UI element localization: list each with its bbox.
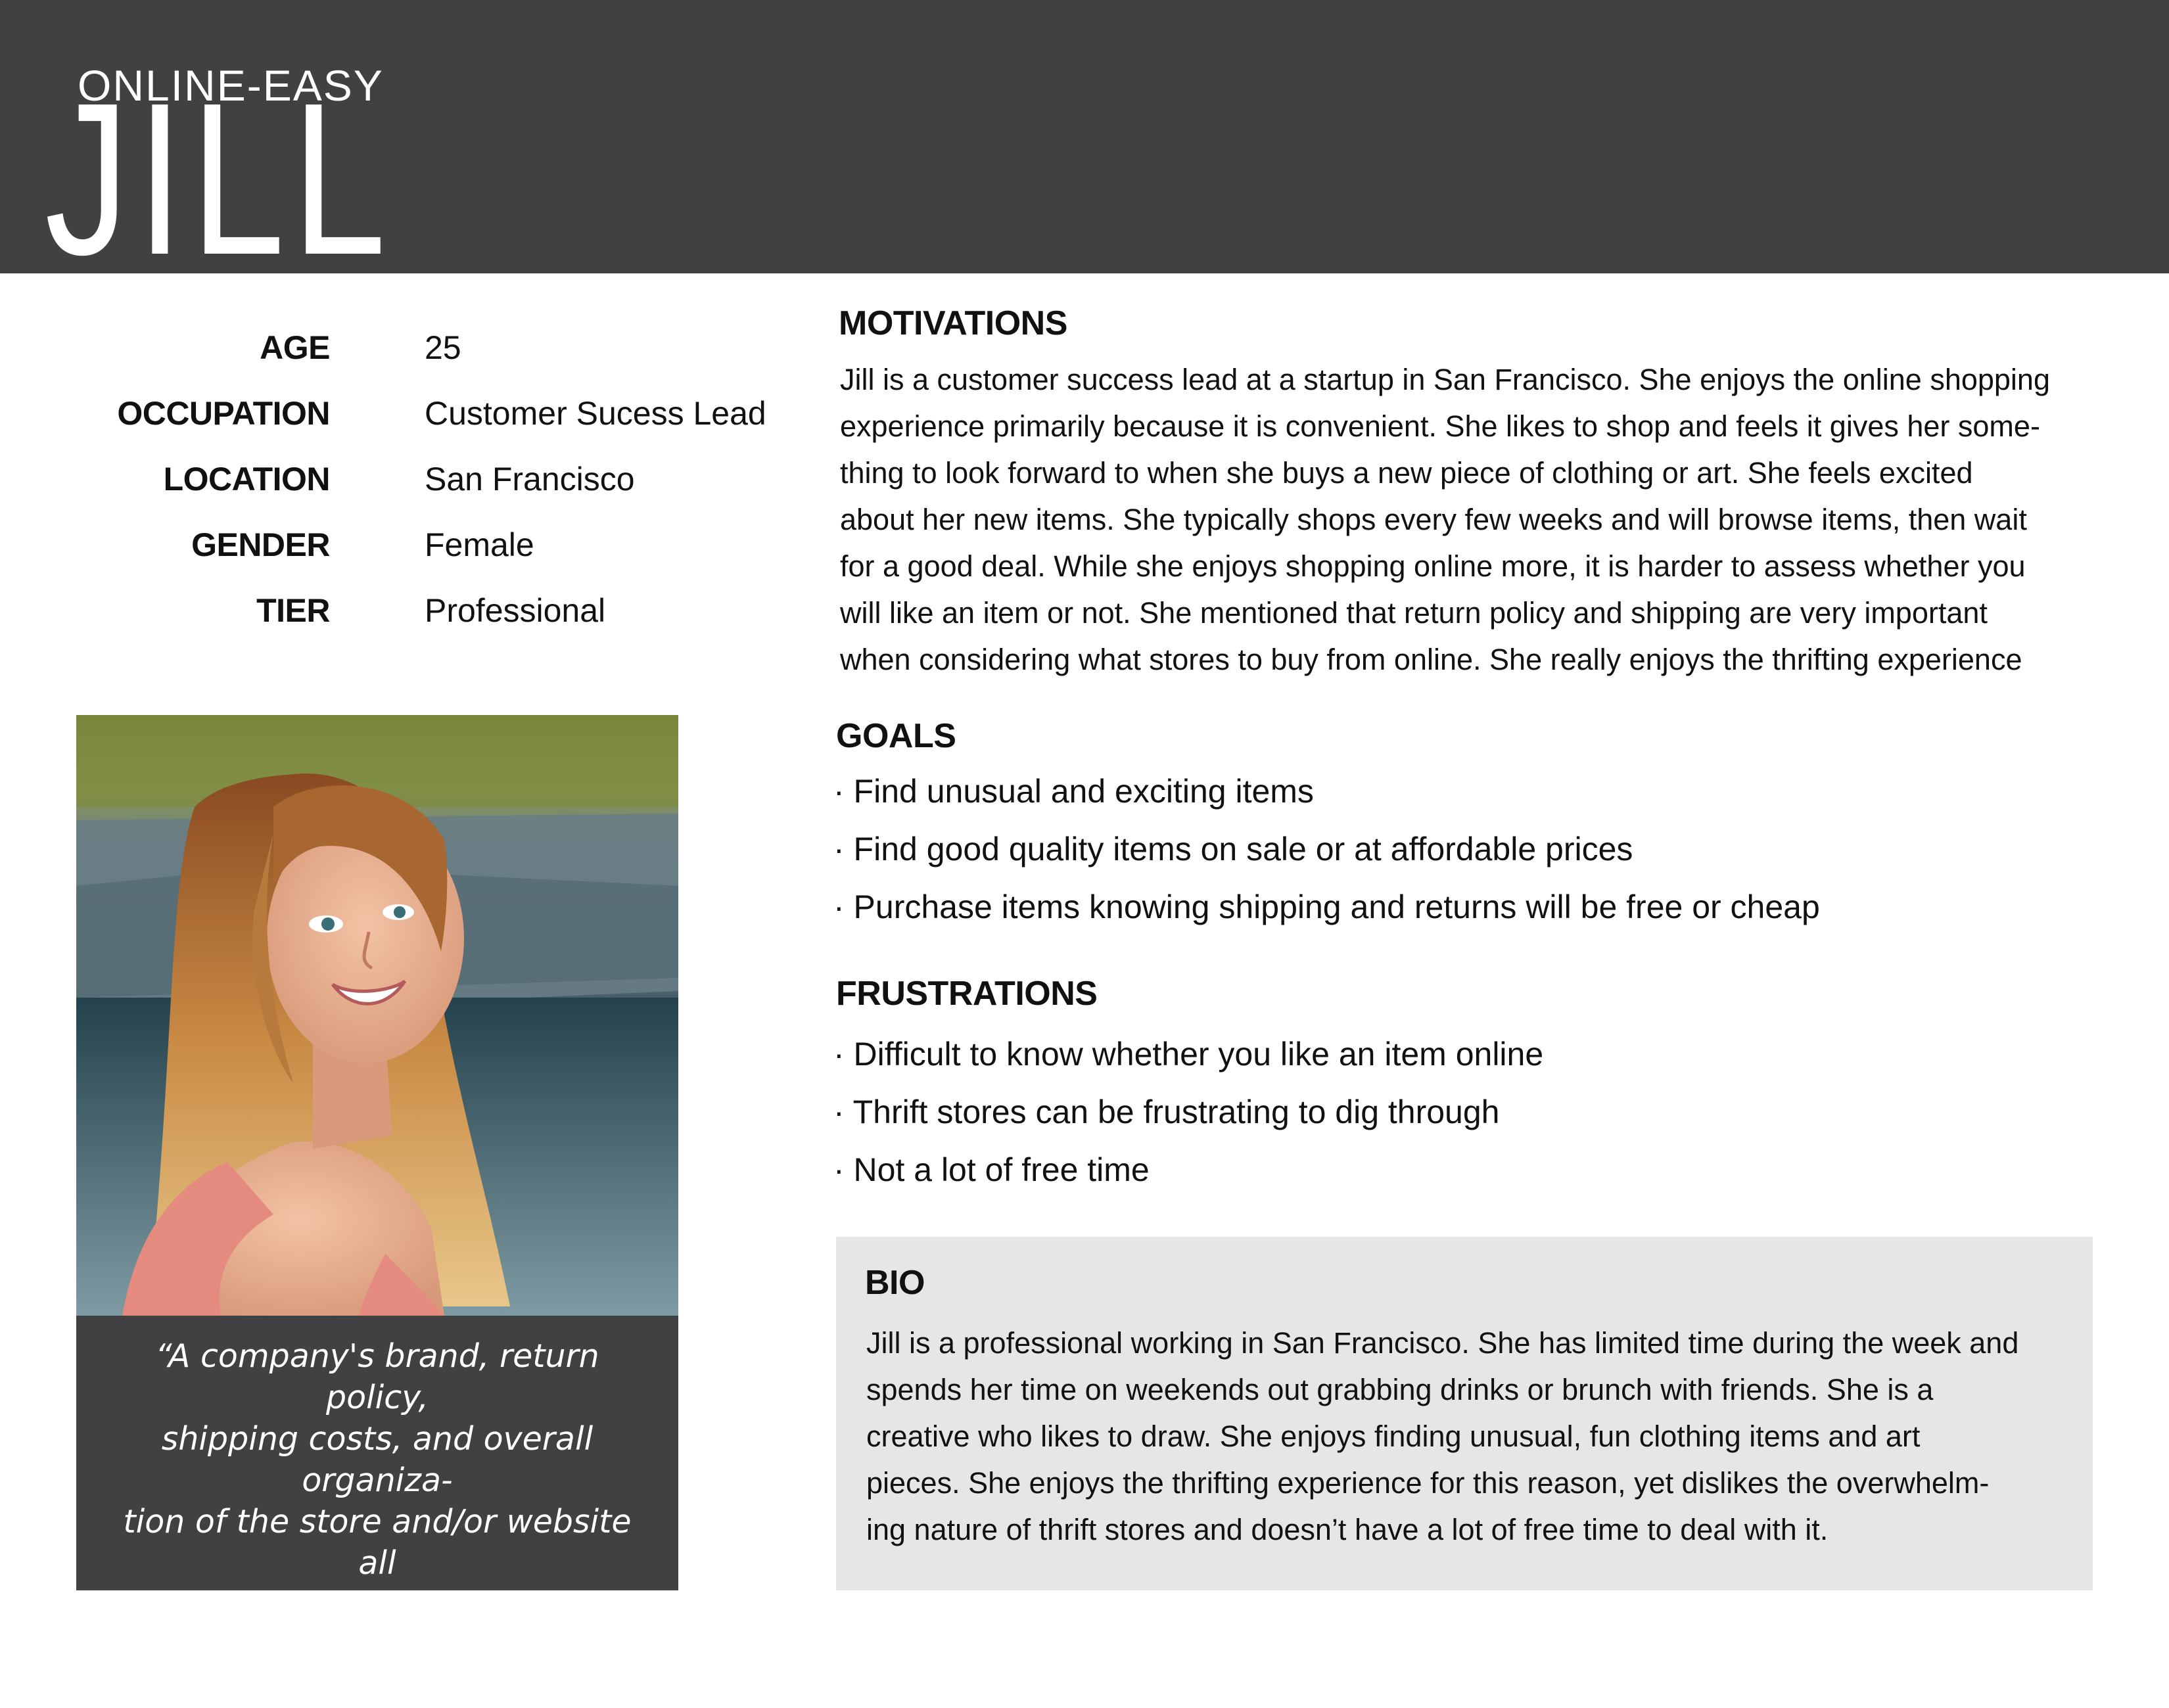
text-line: will like an item or not. She mentioned … <box>840 596 1988 630</box>
quote-line: tion of the store and/or website all <box>123 1503 632 1582</box>
list-item: · Find good quality items on sale or at … <box>833 831 1633 867</box>
stat-label: AGE <box>260 329 330 366</box>
text-line: about her new items. She typically shops… <box>840 503 2027 536</box>
bio-heading: BIO <box>865 1264 925 1302</box>
stat-label: TIER <box>256 592 330 629</box>
stat-value: Professional <box>425 592 606 629</box>
text-line: when considering what stores to buy from… <box>840 643 2022 676</box>
text-line: Jill is a customer success lead at a sta… <box>840 363 2050 396</box>
text-line: spends her time on weekends out grabbing… <box>866 1373 1934 1406</box>
text-line: thing to look forward to when she buys a… <box>840 456 1973 490</box>
quote-line: shipping costs, and overall organiza- <box>161 1420 594 1499</box>
quote-line: affect whether or not I'll choose to <box>120 1586 634 1665</box>
stat-value: Female <box>425 526 534 563</box>
text-line: creative who likes to draw. She enjoys f… <box>866 1419 1921 1453</box>
text-line: pieces. She enjoys the thrifting experie… <box>866 1466 1990 1500</box>
list-item: · Find unusual and exciting items <box>833 773 1314 810</box>
bio-text: Jill is a professional working in San Fr… <box>866 1320 2076 1553</box>
quote-box: “A company's brand, return policy, shipp… <box>76 1316 678 1706</box>
stat-gender: GENDER Female <box>0 526 789 578</box>
text-line: Jill is a professional working in San Fr… <box>866 1326 2019 1360</box>
stat-age: AGE 25 <box>0 329 789 381</box>
list-item: · Not a lot of free time <box>833 1151 1150 1188</box>
list-item: · Thrift stores can be frustrating to di… <box>833 1094 1500 1130</box>
stat-value: San Francisco <box>425 461 635 497</box>
list-item: · Difficult to know whether you like an … <box>833 1036 1544 1073</box>
bio-box: BIO Jill is a professional working in Sa… <box>836 1237 2093 1590</box>
header-banner: ONLINE-EASY JILL <box>0 0 2169 297</box>
goals-list: · Find unusual and exciting items · Find… <box>833 762 1820 936</box>
quote-line: shop there. <box>285 1669 469 1706</box>
motivations-heading: MOTIVATIONS <box>839 304 1067 342</box>
persona-photo <box>76 715 678 1316</box>
list-item: · Purchase items knowing shipping and re… <box>833 889 1820 925</box>
text-line: experience primarily because it is conve… <box>840 409 2040 443</box>
persona-quote: “A company's brand, return policy, shipp… <box>103 1335 652 1708</box>
frustrations-heading: FRUSTRATIONS <box>836 975 1098 1013</box>
stat-value: 25 <box>425 329 461 366</box>
text-line: for a good deal. While she enjoys shoppi… <box>840 549 2026 583</box>
stat-location: LOCATION San Francisco <box>0 460 789 513</box>
stat-label: GENDER <box>191 526 330 563</box>
persona-name: JILL <box>45 57 394 300</box>
quote-line: “A company's brand, return policy, <box>155 1337 599 1416</box>
stat-occupation: OCCUPATION Customer Sucess Lead <box>0 394 789 447</box>
goals-heading: GOALS <box>836 717 956 755</box>
frustrations-list: · Difficult to know whether you like an … <box>833 1025 1543 1199</box>
stat-tier: TIER Professional <box>0 591 789 644</box>
stat-value: Customer Sucess Lead <box>425 395 766 432</box>
text-line: ing nature of thrift stores and doesn’t … <box>866 1513 1829 1546</box>
stat-label: LOCATION <box>163 461 331 497</box>
motivations-text: Jill is a customer success lead at a sta… <box>840 356 2102 683</box>
stat-label: OCCUPATION <box>117 395 330 432</box>
